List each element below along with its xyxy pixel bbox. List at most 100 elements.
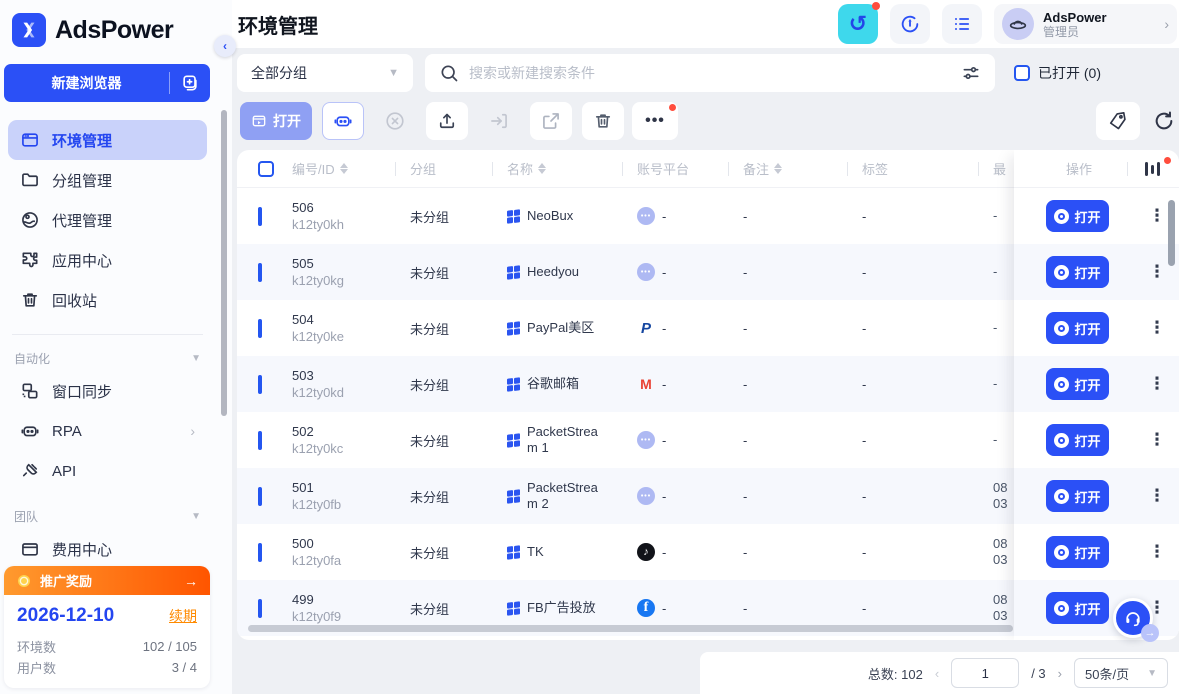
- sidebar-item-trash[interactable]: 回收站: [8, 280, 207, 320]
- bulk-open-button[interactable]: 打开: [240, 102, 312, 140]
- row-checkbox[interactable]: [258, 207, 262, 226]
- support-expand-button[interactable]: →: [1141, 624, 1159, 642]
- group-filter-select[interactable]: 全部分组 ▼: [237, 54, 413, 92]
- delete-button[interactable]: [582, 102, 624, 140]
- promo-banner[interactable]: 推广奖励 →: [4, 566, 210, 595]
- trash-icon: [593, 111, 613, 131]
- sidebar-item-groups[interactable]: 分组管理: [8, 160, 207, 200]
- share-button[interactable]: [530, 102, 572, 140]
- cell-tag: -: [862, 545, 993, 560]
- next-page-button[interactable]: ›: [1058, 666, 1062, 681]
- advanced-filter-icon[interactable]: [961, 63, 981, 83]
- row-checkbox[interactable]: [258, 487, 262, 506]
- sidebar-item-environments[interactable]: 环境管理: [8, 120, 207, 160]
- open-env-button[interactable]: 打开: [1046, 592, 1109, 624]
- sidebar-item-api[interactable]: API: [8, 451, 207, 491]
- move-to-group-button[interactable]: [482, 102, 516, 140]
- cell-note: -: [743, 433, 862, 448]
- column-header-note[interactable]: 备注: [743, 150, 862, 187]
- new-browser-button[interactable]: 新建浏览器: [4, 64, 210, 102]
- open-env-label: 打开: [1074, 599, 1100, 618]
- more-actions-button[interactable]: •••: [632, 102, 678, 140]
- row-more-menu[interactable]: ⋮: [1148, 261, 1166, 283]
- sync-button[interactable]: [890, 4, 930, 44]
- rpa-task-button[interactable]: [322, 102, 364, 140]
- close-all-button[interactable]: [378, 102, 412, 140]
- sidebar-item-billing[interactable]: 费用中心: [8, 529, 207, 569]
- row-more-menu[interactable]: ⋮: [1148, 485, 1166, 507]
- open-env-button[interactable]: 打开: [1046, 200, 1109, 232]
- row-checkbox[interactable]: [258, 263, 262, 282]
- horizontal-scrollbar[interactable]: [248, 625, 1013, 632]
- checkbox[interactable]: [1014, 65, 1030, 81]
- page-number-input[interactable]: [951, 658, 1019, 688]
- row-checkbox[interactable]: [258, 375, 262, 394]
- plug-icon: [20, 461, 40, 481]
- column-header-id[interactable]: 编号/ID: [292, 150, 410, 187]
- batch-create-button[interactable]: [170, 73, 210, 93]
- notification-dot: [669, 104, 676, 111]
- sidebar-item-rpa[interactable]: RPA ›: [8, 411, 207, 451]
- task-list-button[interactable]: [942, 4, 982, 44]
- sidebar-item-apps[interactable]: 应用中心: [8, 240, 207, 280]
- vertical-scrollbar[interactable]: [1168, 200, 1175, 266]
- cell-note: -: [743, 601, 862, 616]
- row-more-menu[interactable]: ⋮: [1148, 373, 1166, 395]
- row-checkbox[interactable]: [258, 599, 262, 618]
- row-checkbox[interactable]: [258, 319, 262, 338]
- chrome-browser-icon: [1054, 321, 1069, 336]
- renew-link[interactable]: 续期: [169, 606, 197, 626]
- open-env-button[interactable]: 打开: [1046, 256, 1109, 288]
- env-name: 谷歌邮箱: [527, 376, 579, 392]
- env-number: 506: [292, 200, 410, 215]
- prev-page-button[interactable]: ‹: [935, 666, 939, 681]
- sidebar-scrollbar[interactable]: [221, 110, 227, 416]
- section-team[interactable]: 团队 ▼: [8, 503, 207, 529]
- actions-row: 打开 ⋮: [1014, 524, 1179, 580]
- column-header-platform: 账号平台: [637, 150, 743, 187]
- section-label: 自动化: [14, 350, 50, 367]
- row-more-menu[interactable]: ⋮: [1148, 541, 1166, 563]
- collapse-sidebar-button[interactable]: ‹: [214, 35, 236, 57]
- section-automation[interactable]: 自动化 ▼: [8, 345, 207, 371]
- refresh-button[interactable]: [1148, 102, 1179, 140]
- row-more-menu[interactable]: ⋮: [1148, 317, 1166, 339]
- open-env-label: 打开: [1074, 543, 1100, 562]
- platform-value: -: [662, 321, 666, 336]
- globe-proxy-icon: [20, 210, 40, 230]
- opened-filter-label: 已打开 (0): [1038, 63, 1101, 83]
- select-all-checkbox[interactable]: [258, 161, 274, 177]
- migrate-button[interactable]: ↺: [838, 4, 878, 44]
- sort-icon[interactable]: [774, 163, 782, 174]
- row-checkbox[interactable]: [258, 543, 262, 562]
- row-more-menu[interactable]: ⋮: [1148, 205, 1166, 227]
- sidebar-item-window-sync[interactable]: 窗口同步: [8, 371, 207, 411]
- sidebar-item-proxies[interactable]: 代理管理: [8, 200, 207, 240]
- opened-filter-checkbox[interactable]: 已打开 (0): [1014, 63, 1101, 83]
- env-name: PayPal美区: [527, 320, 594, 336]
- tags-button[interactable]: [1096, 102, 1140, 140]
- sort-icon[interactable]: [340, 163, 348, 174]
- profile-menu[interactable]: AdsPower 管理员 ›: [994, 4, 1177, 44]
- row-more-menu[interactable]: ⋮: [1148, 429, 1166, 451]
- open-env-button[interactable]: 打开: [1046, 368, 1109, 400]
- sidebar-menu: 环境管理 分组管理 代理管理 应用中心 回收站 自动化 ▼: [8, 120, 207, 569]
- cell-id: 503k12ty0kd: [292, 368, 410, 400]
- total-count: 总数: 102: [868, 664, 923, 683]
- env-count-row: 环境数 102 / 105: [17, 636, 197, 657]
- cell-tag: -: [862, 601, 993, 616]
- page-size-select[interactable]: 50条/页 ▼: [1074, 658, 1168, 688]
- sort-icon[interactable]: [538, 163, 546, 174]
- export-upload-button[interactable]: [426, 102, 468, 140]
- row-checkbox[interactable]: [258, 431, 262, 450]
- open-env-button[interactable]: 打开: [1046, 536, 1109, 568]
- open-env-button[interactable]: 打开: [1046, 312, 1109, 344]
- search-input[interactable]: [469, 65, 951, 81]
- open-env-button[interactable]: 打开: [1046, 424, 1109, 456]
- cell-platform: •••-: [637, 263, 743, 281]
- open-env-button[interactable]: 打开: [1046, 480, 1109, 512]
- import-arrow-icon: [489, 111, 509, 131]
- env-id: k12ty0kg: [292, 273, 410, 288]
- column-settings-button[interactable]: [1145, 161, 1167, 177]
- column-header-name[interactable]: 名称: [507, 150, 637, 187]
